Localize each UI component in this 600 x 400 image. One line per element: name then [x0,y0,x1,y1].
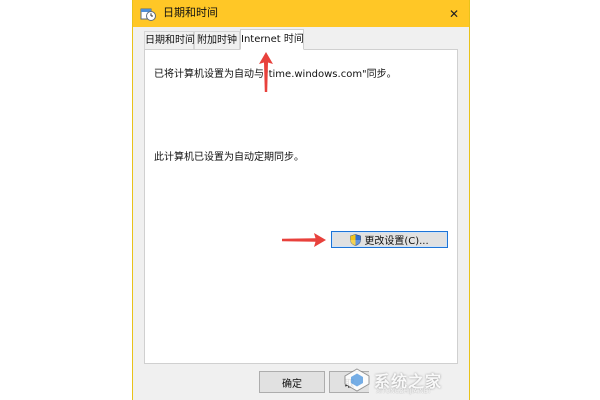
datetime-app-icon [140,8,156,21]
close-icon: ✕ [448,6,460,21]
change-settings-button[interactable]: 更改设置(C)... [331,231,448,248]
date-time-dialog: 日期和时间 ✕ 日期和时间 附加时钟 Internet 时间 已将计算机设置为自… [132,0,470,400]
screenshot-stage: 日期和时间 ✕ 日期和时间 附加时钟 Internet 时间 已将计算机设置为自… [0,0,600,400]
internet-time-panel: 已将计算机设置为自动与"time.windows.com"同步。 此计算机已设置… [144,49,458,364]
uac-shield-icon [350,233,362,246]
title-bar: 日期和时间 ✕ [133,0,469,27]
site-watermark: 系统之家 XITONGZHIJIA.NET [340,362,470,398]
watermark-site: XITONGZHIJIA.NET [376,388,432,395]
ok-label: 确定 [282,378,302,390]
tab-internet-time[interactable]: Internet 时间 [240,29,304,50]
close-button[interactable]: ✕ [439,0,469,27]
tab-additional-clocks[interactable]: 附加时钟 [194,31,240,49]
ok-button[interactable]: 确定 [259,371,325,393]
sync-status-text: 已将计算机设置为自动与"time.windows.com"同步。 [154,69,397,80]
tab-date-time[interactable]: 日期和时间 [144,31,195,49]
change-settings-label: 更改设置(C)... [364,236,429,247]
watermark-logo-icon [344,368,370,392]
schedule-status-text: 此计算机已设置为自动定期同步。 [154,152,304,163]
window-title: 日期和时间 [163,6,218,19]
